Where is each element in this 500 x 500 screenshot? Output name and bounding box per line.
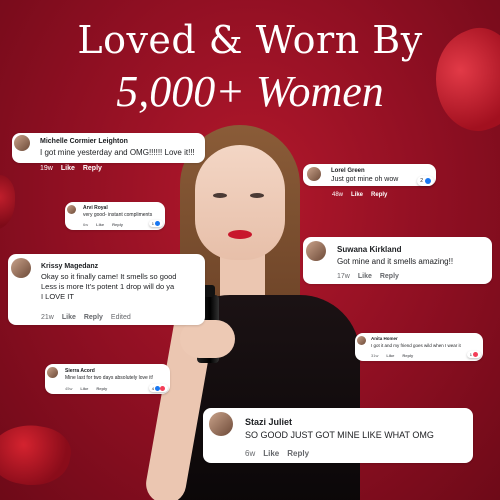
like-link[interactable]: Like — [358, 273, 372, 280]
avatar — [357, 336, 366, 345]
comment-author[interactable]: Michelle Cormier Leighton — [40, 138, 128, 145]
reaction-count: 1 — [151, 221, 154, 226]
comment-meta: 19w Like Reply — [40, 165, 110, 172]
comment-text: Got mine and it smells amazing!! — [337, 257, 454, 266]
headline-line-2: 5,000+ Women — [116, 67, 384, 116]
like-reaction-icon — [155, 221, 160, 226]
comment-author[interactable]: Sierra Acord — [65, 368, 95, 374]
rose-petal-bottom-left — [0, 418, 75, 492]
comment-meta: 48w Like Reply — [332, 192, 395, 198]
comment-author[interactable]: Arvi Royal — [83, 205, 108, 211]
reactions-badge: 1 — [466, 351, 481, 358]
comment-card: Sierra Acord Mine last for two days abso… — [45, 364, 170, 394]
reply-link[interactable]: Reply — [371, 192, 387, 198]
love-reaction-icon — [473, 352, 478, 357]
avatar — [47, 367, 58, 378]
reply-link[interactable]: Reply — [402, 353, 413, 358]
comment-meta: 45w Like Reply — [65, 386, 115, 391]
comment-card: Arvi Royal very good- instant compliment… — [65, 202, 165, 230]
avatar — [306, 241, 326, 261]
comment-text: Mine last for two days absolutely love i… — [65, 375, 154, 381]
comment-card: Michelle Cormier Leighton I got mine yes… — [12, 133, 205, 163]
comment-card: Anita Homer I got it and my friend goes … — [355, 333, 483, 361]
love-reaction-icon — [160, 385, 165, 391]
comment-text: Okay so it finally came! It smells so go… — [41, 272, 177, 301]
avatar — [14, 135, 30, 151]
reaction-count: 2 — [420, 178, 423, 184]
reply-link[interactable]: Reply — [287, 449, 309, 458]
comment-time: 21w — [41, 314, 54, 321]
reactions-badge: 4 — [148, 384, 168, 392]
rose-petal-mid-left — [0, 175, 15, 230]
like-reaction-icon — [425, 178, 431, 184]
comment-time: 17w — [337, 273, 350, 280]
avatar — [11, 258, 31, 278]
comment-author[interactable]: Suwana Kirkland — [337, 245, 401, 254]
comment-time: 31w — [371, 353, 379, 358]
reply-link[interactable]: Reply — [380, 273, 399, 280]
like-link[interactable]: Like — [61, 165, 75, 172]
reactions-badge: 2 — [417, 176, 434, 186]
comment-time: 6w — [83, 222, 89, 227]
like-link[interactable]: Like — [62, 314, 76, 321]
reply-link[interactable]: Reply — [96, 386, 107, 391]
comment-meta: 21w Like Reply Edited — [41, 314, 139, 321]
avatar — [307, 167, 321, 181]
comment-time: 6w — [245, 449, 256, 458]
reactions-badge: 1 — [148, 220, 163, 227]
comment-text: I got mine yesterday and OMG!!!!!! Love … — [40, 148, 195, 157]
like-link[interactable]: Like — [80, 386, 88, 391]
model-hand — [180, 320, 235, 358]
avatar — [67, 205, 76, 214]
comment-meta: 17w Like Reply — [337, 273, 407, 280]
model-eye-left — [213, 193, 227, 198]
comment-text: SO GOOD JUST GOT MINE LIKE WHAT OMG — [245, 430, 434, 440]
comment-author[interactable]: Anita Homer — [371, 336, 398, 341]
comment-time: 48w — [332, 192, 344, 198]
edited-label: Edited — [110, 314, 131, 321]
comment-card: Suwana Kirkland Got mine and it smells a… — [303, 237, 492, 284]
model-eye-right — [250, 193, 264, 198]
comment-meta: 6w Like Reply — [83, 222, 131, 227]
comment-meta: 31w Like Reply — [371, 353, 421, 358]
reply-link[interactable]: Reply — [84, 314, 103, 321]
comment-card: Krissy Magedanz Okay so it finally came!… — [8, 254, 205, 325]
model-lips — [228, 230, 252, 239]
like-link[interactable]: Like — [386, 353, 394, 358]
comment-author[interactable]: Stazi Juliet — [245, 417, 292, 427]
like-link[interactable]: Like — [351, 192, 363, 198]
comment-time: 45w — [65, 386, 73, 391]
comment-time: 19w — [40, 165, 53, 172]
comment-author[interactable]: Krissy Magedanz — [41, 263, 98, 270]
comment-author[interactable]: Lorel Green — [331, 168, 365, 174]
comment-text: I got it and my friend goes wild when I … — [371, 343, 461, 348]
headline-line-1: Loved & Worn By — [77, 18, 423, 62]
reaction-count: 1 — [469, 352, 472, 357]
reply-link[interactable]: Reply — [83, 165, 102, 172]
comment-meta: 6w Like Reply — [245, 449, 317, 458]
model-face — [195, 145, 285, 260]
reaction-count: 4 — [151, 385, 154, 391]
like-link[interactable]: Like — [263, 449, 279, 458]
reply-link[interactable]: Reply — [112, 222, 123, 227]
like-link[interactable]: Like — [96, 222, 104, 227]
comment-card: Stazi Juliet SO GOOD JUST GOT MINE LIKE … — [203, 408, 473, 463]
avatar — [209, 412, 233, 436]
comment-text: very good- instant compliments — [83, 212, 153, 218]
comment-text: Just got mine oh wow — [331, 176, 399, 183]
comment-card: Lorel Green Just got mine oh wow 2 — [303, 164, 436, 186]
